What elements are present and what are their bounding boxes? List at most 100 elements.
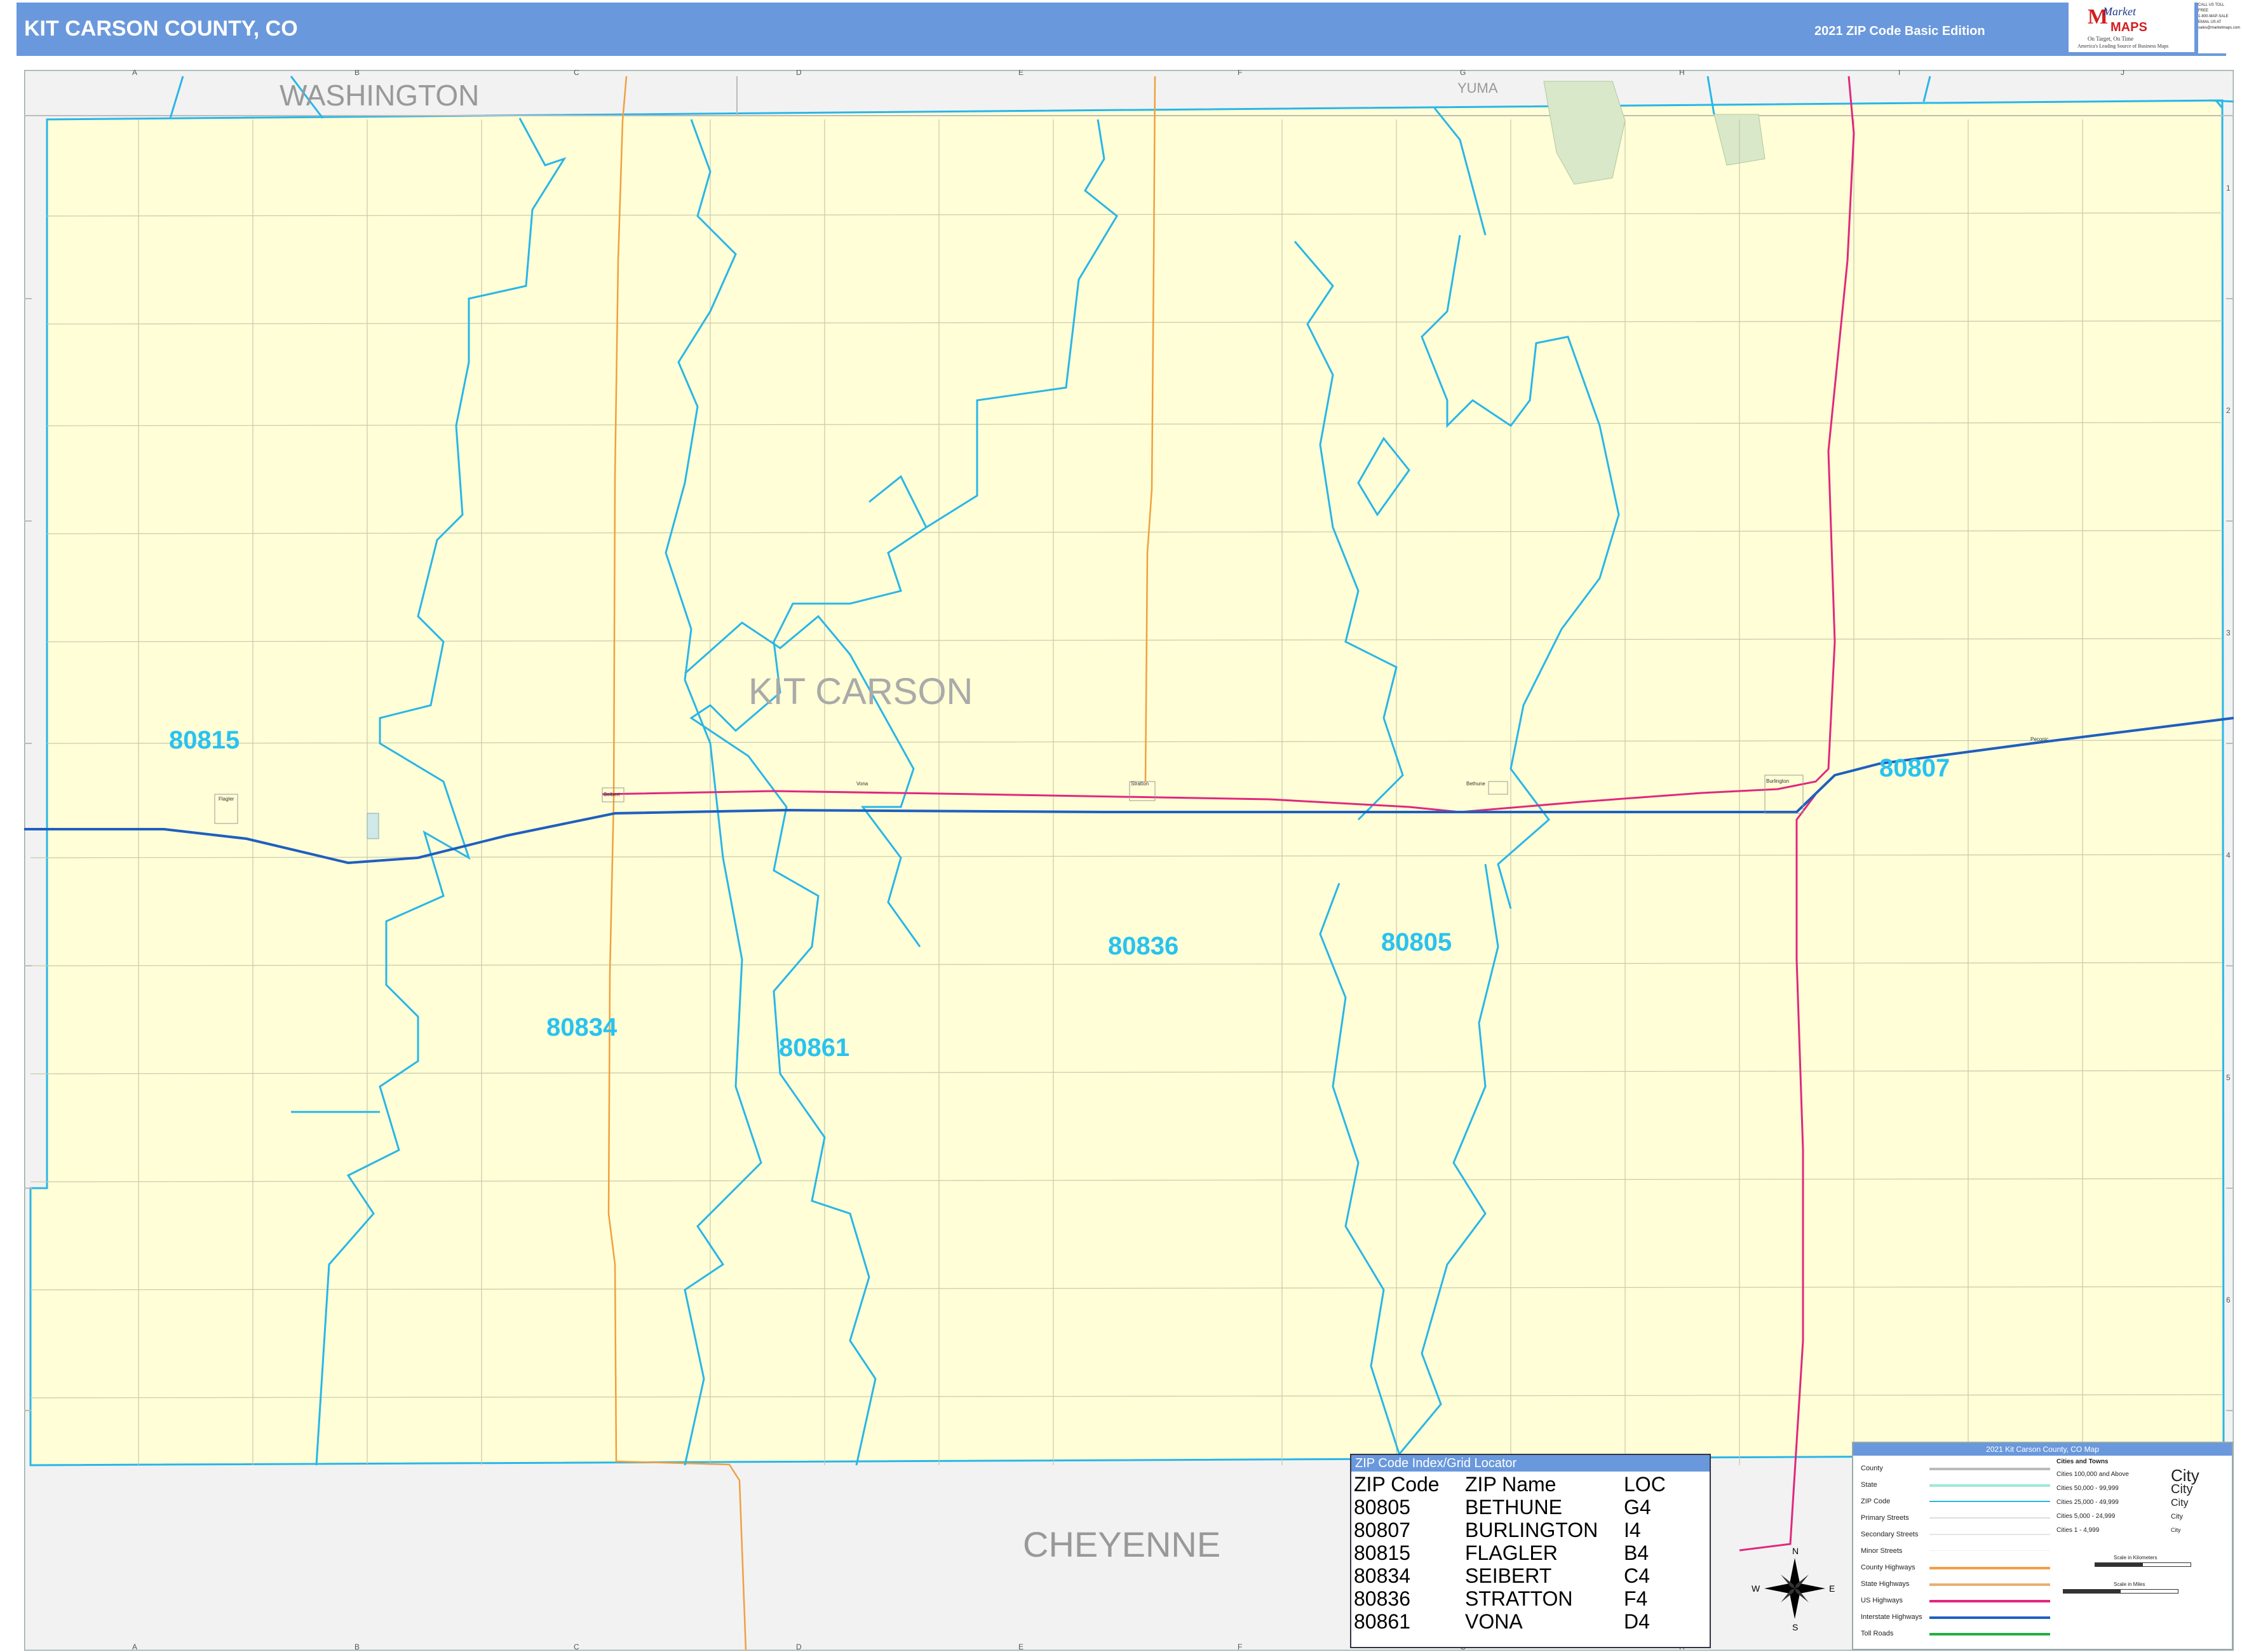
city-sample: City [2171,1513,2183,1520]
table-row: 80805 BETHUNE G4 [1354,1496,1700,1519]
zip-label: 80834 [546,1013,618,1041]
contact-info: CALL US TOLL FREE 1-800-MAP-SALE EMAIL U… [2198,3,2240,53]
legend-swatch-minor [1929,1550,2050,1551]
legend-swatch-secondary [1929,1534,2050,1535]
neighbor-label-yuma: YUMA [1457,80,1498,96]
legend-item: US Highways [1861,1597,1903,1604]
town-label: Flagler [219,796,234,802]
legend-title: 2021 Kit Carson County, CO Map [1853,1443,2232,1456]
grid-row-label: 3 [2226,628,2231,637]
zip-code-cell: 80861 [1354,1610,1410,1633]
table-row: 80807 BURLINGTON I4 [1354,1519,1700,1541]
legend-swatch-state-hwy [1929,1583,2050,1586]
grid-col-label: E [1018,70,1023,77]
legend-item: Secondary Streets [1861,1531,1919,1538]
zip-index-grid: ZIP Code ZIP Name LOC 80805 BETHUNE G4 808… [1354,1473,1700,1633]
grid-row-label: 4 [2226,851,2231,860]
town-label: Seibert [604,792,620,797]
grid-col-label: D [796,70,802,77]
zip-name-cell: STRATTON [1465,1587,1573,1610]
logo-tagline: On Target, On Time [2088,36,2134,42]
zip-label: 80836 [1108,932,1178,960]
city-class: Cities 50,000 - 99,999 [2056,1485,2119,1492]
zip-label: 80861 [779,1034,849,1062]
zip-name-cell: BURLINGTON [1465,1519,1598,1541]
legend-swatch-county [1929,1468,2050,1470]
zip-index-table: ZIP Code Index/Grid Locator ZIP Code ZIP… [1350,1454,1711,1648]
legend-swatch-state [1929,1484,2050,1487]
scale-mi-label: Scale in Miles [2114,1581,2145,1587]
grid-col-label: H [1679,70,1685,77]
map-title: KIT CARSON COUNTY, CO [24,17,298,41]
legend-item: Primary Streets [1861,1514,1909,1522]
grid-row-label: 5 [2226,1073,2231,1082]
city-class: Cities 25,000 - 49,999 [2056,1499,2119,1506]
contact-line: CALL US TOLL FREE [2198,3,2225,13]
loc-cell: D4 [1624,1610,1650,1633]
grid-col-label: J [2121,70,2124,77]
loc-cell: C4 [1624,1564,1650,1587]
legend-swatch-interstate [1929,1616,2050,1619]
town-label: Bethune [1466,781,1485,787]
edition-label: 2021 ZIP Code Basic Edition [1814,24,1985,38]
legend-swatch-primary [1929,1517,2050,1519]
grid-col-label: A [132,1642,137,1651]
column-header: ZIP Name [1465,1473,1557,1496]
grid-col-label: D [796,1642,802,1651]
scale-km-label: Scale in Kilometers [2114,1555,2158,1561]
table-row: 80836 STRATTON F4 [1354,1587,1700,1610]
logo-brand: Market [2103,5,2136,18]
grid-col-label: A [132,70,137,77]
town-label: Peconic [2030,736,2048,742]
scale-km-bar [2095,1562,2191,1567]
county-area [29,99,2225,1466]
city-sample: City [2171,1482,2193,1496]
grid-row-label: 6 [2226,1296,2231,1304]
legend-item: Interstate Highways [1861,1613,1922,1621]
grid-col-label: F [1238,70,1242,77]
town-label: Burlington [1766,778,1789,784]
contact-line: EMAIL US AT [2198,20,2222,24]
city-class: Cities 5,000 - 24,999 [2056,1513,2116,1520]
grid-row-label: 1 [2226,184,2231,193]
compass-w: W [1752,1583,1760,1594]
scale-mi-bar [2063,1589,2178,1594]
loc-cell: G4 [1624,1496,1651,1519]
legend-swatch-us-hwy [1929,1600,2050,1602]
compass-e: E [1829,1583,1835,1594]
zip-index-title: ZIP Code Index/Grid Locator [1351,1455,1710,1472]
legend-item: Toll Roads [1861,1630,1894,1637]
zip-name-cell: BETHUNE [1465,1496,1562,1519]
grid-col-label: B [355,1642,360,1651]
grid-row-label: 2 [2226,406,2231,415]
legend-swatch-county-hwy [1929,1567,2050,1569]
zip-code-cell: 80807 [1354,1519,1410,1541]
loc-cell: I4 [1624,1519,1641,1541]
city-sample: City [2171,1527,2181,1533]
legend-item: ZIP Code [1861,1498,1891,1505]
column-header: ZIP Code [1354,1473,1440,1496]
neighbor-label-cheyenne: CHEYENNE [1023,1524,1220,1564]
zip-label: 80807 [1879,754,1950,782]
zip-name-cell: FLAGLER [1465,1541,1558,1564]
compass-s: S [1792,1622,1798,1632]
city-sample: City [2171,1498,2189,1508]
zip-code-cell: 80805 [1354,1496,1410,1519]
zip-name-cell: SEIBERT [1465,1564,1552,1587]
table-row: 80834 SEIBERT C4 [1354,1564,1700,1587]
table-header-row: ZIP Code ZIP Name LOC [1354,1473,1700,1496]
legend-swatch-toll [1929,1633,2050,1635]
logo-tagline2: America's Leading Source of Business Map… [2077,43,2169,49]
cities-title: Cities and Towns [2056,1458,2109,1465]
contact-line: 1-800-MAP-SALE [2198,15,2229,18]
grid-col-label: I [1898,70,1900,77]
neighbor-label-washington: WASHINGTON [280,79,479,112]
map-legend: 2021 Kit Carson County, CO Map County St… [1852,1442,2233,1650]
logo-brand2: MAPS [2110,20,2147,34]
legend-item: State [1861,1481,1877,1489]
grid-col-label: E [1018,1642,1023,1651]
zip-label: 80805 [1381,928,1452,956]
town-label: Stratton [1131,781,1149,787]
county-label: KIT CARSON [748,671,973,712]
compass-n: N [1792,1546,1799,1556]
